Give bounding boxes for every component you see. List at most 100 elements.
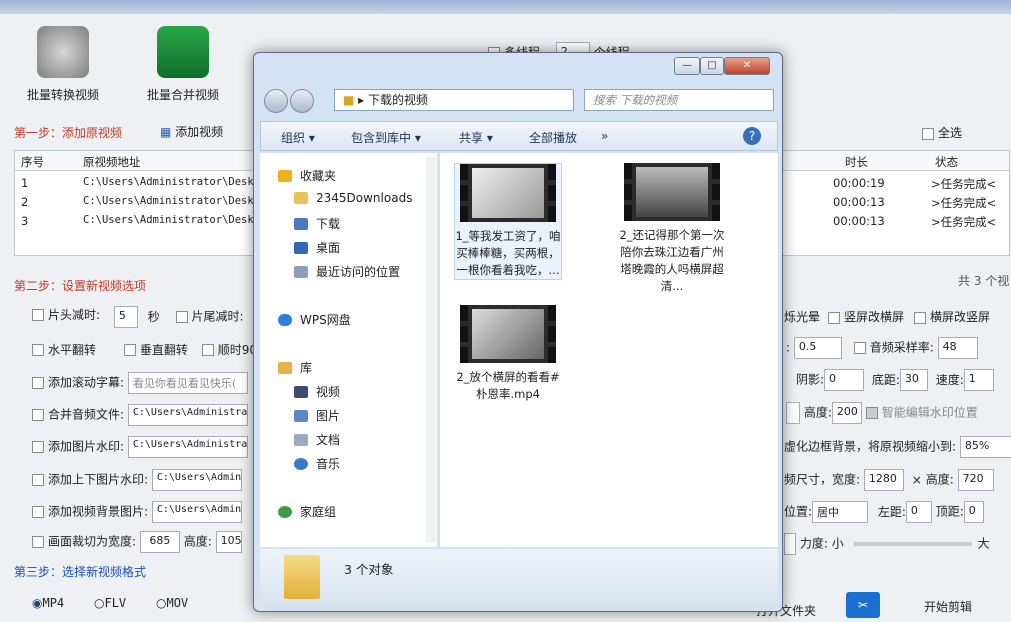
format-flv-radio[interactable]: ○ FLV xyxy=(94,596,126,610)
add-video-button[interactable]: ▦ 添加视频 xyxy=(160,123,223,140)
desktop-icon xyxy=(294,241,308,254)
nav-2345downloads[interactable]: 2345Downloads xyxy=(294,191,412,205)
height-input[interactable]: 720 xyxy=(957,469,994,491)
cut-row: 片头减时: 5 秒 片尾减时: xyxy=(32,306,244,328)
rotate-checkbox[interactable] xyxy=(201,343,214,356)
back-icon[interactable] xyxy=(264,89,288,113)
image-watermark-row: 添加图片水印: C:\Users\Administra xyxy=(32,436,248,458)
watermark-path-input[interactable]: C:\Users\Administra xyxy=(127,436,248,458)
file-list[interactable]: 1_等我发工资了，咱买棒棒糖，买两根，一根你看着我吃，... 2_还记得那个第一… xyxy=(440,153,778,547)
file-item[interactable]: 1_等我发工资了，咱买棒棒糖，买两根，一根你看着我吃，... xyxy=(454,163,562,280)
tail-cut-checkbox[interactable] xyxy=(175,311,188,323)
help-icon[interactable]: ? xyxy=(743,127,761,145)
nav-favorites[interactable]: 收藏夹 xyxy=(278,167,336,184)
width-input[interactable]: 1280 xyxy=(863,469,904,491)
music-icon xyxy=(294,457,308,470)
search-input[interactable]: 搜索 下载的视频 xyxy=(584,89,774,111)
shadow-row: 阴影: 0 底距: 30 速度: 1 xyxy=(796,369,994,391)
nav-wps[interactable]: WPS网盘 xyxy=(278,311,351,328)
recent-icon xyxy=(294,265,308,278)
play-all-button[interactable]: 全部播放 xyxy=(529,129,577,146)
maximize-button[interactable]: □ xyxy=(700,57,724,75)
minimize-button[interactable]: — xyxy=(674,57,700,75)
position-select[interactable]: 居中 xyxy=(812,501,869,523)
crop-checkbox[interactable] xyxy=(32,536,44,548)
crop-row: 画面裁切为宽度: 685 高度: 105 xyxy=(32,531,242,553)
nav-downloads[interactable]: 下载 xyxy=(294,215,340,232)
v2h-checkbox[interactable] xyxy=(828,311,841,324)
film-strip-icon xyxy=(157,26,209,78)
speed-row: : 0.5 音频采样率: 48 xyxy=(786,337,978,359)
tb-path-input[interactable]: C:\Users\Admin xyxy=(151,469,242,491)
file-item[interactable]: 2_放个横屏的看看#朴恩率.mp4 xyxy=(454,305,562,403)
include-library-menu[interactable]: 包含到库中 ▾ xyxy=(351,129,421,146)
top-input[interactable]: 0 xyxy=(963,501,984,523)
scroll-text-checkbox[interactable] xyxy=(32,377,44,389)
video-thumbnail xyxy=(460,305,556,363)
image-watermark-checkbox[interactable] xyxy=(32,441,44,453)
forward-icon[interactable] xyxy=(290,89,314,113)
close-button[interactable]: ✕ xyxy=(724,57,770,75)
vflip-checkbox[interactable] xyxy=(123,343,136,356)
format-mp4-radio[interactable]: ◉ MP4 xyxy=(32,596,64,610)
speed-select[interactable]: 0.5 xyxy=(793,337,842,359)
nav-desktop[interactable]: 桌面 xyxy=(294,239,340,256)
file-item[interactable]: 2_还记得那个第一次陪你去珠江边看广州塔晚霞的人吗横屏超清... xyxy=(618,163,726,295)
merge-audio-row: 合并音频文件: C:\Users\Administra xyxy=(32,404,248,426)
sample-rate-input[interactable]: 48 xyxy=(937,337,978,359)
scissors-icon[interactable]: ✂ xyxy=(846,592,880,618)
organize-menu[interactable]: 组织 ▾ xyxy=(281,129,315,146)
file-name: 2_还记得那个第一次陪你去珠江边看广州塔晚霞的人吗横屏超清... xyxy=(619,228,725,293)
wm-height-input[interactable]: 200 xyxy=(831,402,862,424)
nav-videos[interactable]: 视频 xyxy=(294,383,340,400)
scroll-text-input[interactable]: 看见你看见看见快乐( xyxy=(127,372,248,394)
nav-pictures[interactable]: 图片 xyxy=(294,407,340,424)
hflip-checkbox[interactable] xyxy=(32,343,44,356)
more-button[interactable]: » xyxy=(601,129,608,143)
head-cut-checkbox[interactable] xyxy=(32,308,44,321)
batch-convert-tool[interactable]: 批量转换视频 xyxy=(8,26,118,103)
download-icon xyxy=(294,217,308,230)
document-icon xyxy=(294,433,308,446)
blur-select[interactable]: 85% xyxy=(959,436,1011,458)
nav-homegroup[interactable]: 家庭组 xyxy=(278,503,336,520)
folder-icon xyxy=(284,555,320,599)
tb-watermark-checkbox[interactable] xyxy=(32,474,44,486)
star-icon xyxy=(278,169,292,182)
format-mov-radio[interactable]: ○ MOV xyxy=(156,596,188,610)
share-menu[interactable]: 共享 ▾ xyxy=(459,129,493,146)
audio-path-input[interactable]: C:\Users\Administra xyxy=(127,404,248,426)
flip-row: 水平翻转 垂直翻转 顺时90 xyxy=(32,341,267,359)
nav-recent[interactable]: 最近访问的位置 xyxy=(294,263,400,280)
crop-height-input[interactable]: 105 xyxy=(215,531,242,553)
smart-wm-checkbox[interactable] xyxy=(865,407,878,419)
left-input[interactable]: 0 xyxy=(905,501,932,523)
address-bar[interactable]: ■ ▸ 下载的视频 xyxy=(334,89,574,111)
select-all-checkbox[interactable]: 全选 xyxy=(922,124,962,141)
app-titlebar xyxy=(0,0,1011,14)
wm-height-row: 高度: 200 智能编辑水印位置 xyxy=(786,402,978,424)
speed2-select[interactable]: 1 xyxy=(963,369,994,391)
nav-libraries[interactable]: 库 xyxy=(278,359,312,376)
batch-merge-tool[interactable]: 批量合并视频 xyxy=(128,26,238,103)
bg-path-input[interactable]: C:\Users\Admin xyxy=(151,501,242,523)
strength-slider[interactable] xyxy=(853,542,972,546)
nav-music[interactable]: 音乐 xyxy=(294,455,340,472)
head-cut-input[interactable]: 5 xyxy=(113,306,138,328)
command-bar: 组织 ▾ 包含到库中 ▾ 共享 ▾ 全部播放 » ? xyxy=(260,121,778,151)
strength-row: 力度: 小 大 xyxy=(784,533,990,555)
start-button[interactable]: 开始剪辑 xyxy=(924,598,972,615)
nav-documents[interactable]: 文档 xyxy=(294,431,340,448)
navigation-pane[interactable]: 收藏夹 2345Downloads 下载 桌面 最近访问的位置 WPS网盘 库 … xyxy=(260,153,438,547)
tb-watermark-row: 添加上下图片水印: C:\Users\Admin xyxy=(32,469,242,491)
video-thumbnail xyxy=(624,163,720,221)
crop-width-input[interactable]: 685 xyxy=(139,531,180,553)
bottom-input[interactable]: 30 xyxy=(899,369,928,391)
sample-rate-checkbox[interactable] xyxy=(853,342,866,354)
h2v-checkbox[interactable] xyxy=(914,311,927,324)
shadow-select[interactable]: 0 xyxy=(824,369,865,391)
explorer-window[interactable]: — □ ✕ ■ ▸ 下载的视频 搜索 下载的视频 组织 ▾ 包含到库中 ▾ 共享… xyxy=(253,52,783,612)
merge-audio-checkbox[interactable] xyxy=(32,409,44,421)
bg-image-checkbox[interactable] xyxy=(32,506,44,518)
nav-scrollbar[interactable] xyxy=(426,157,436,543)
